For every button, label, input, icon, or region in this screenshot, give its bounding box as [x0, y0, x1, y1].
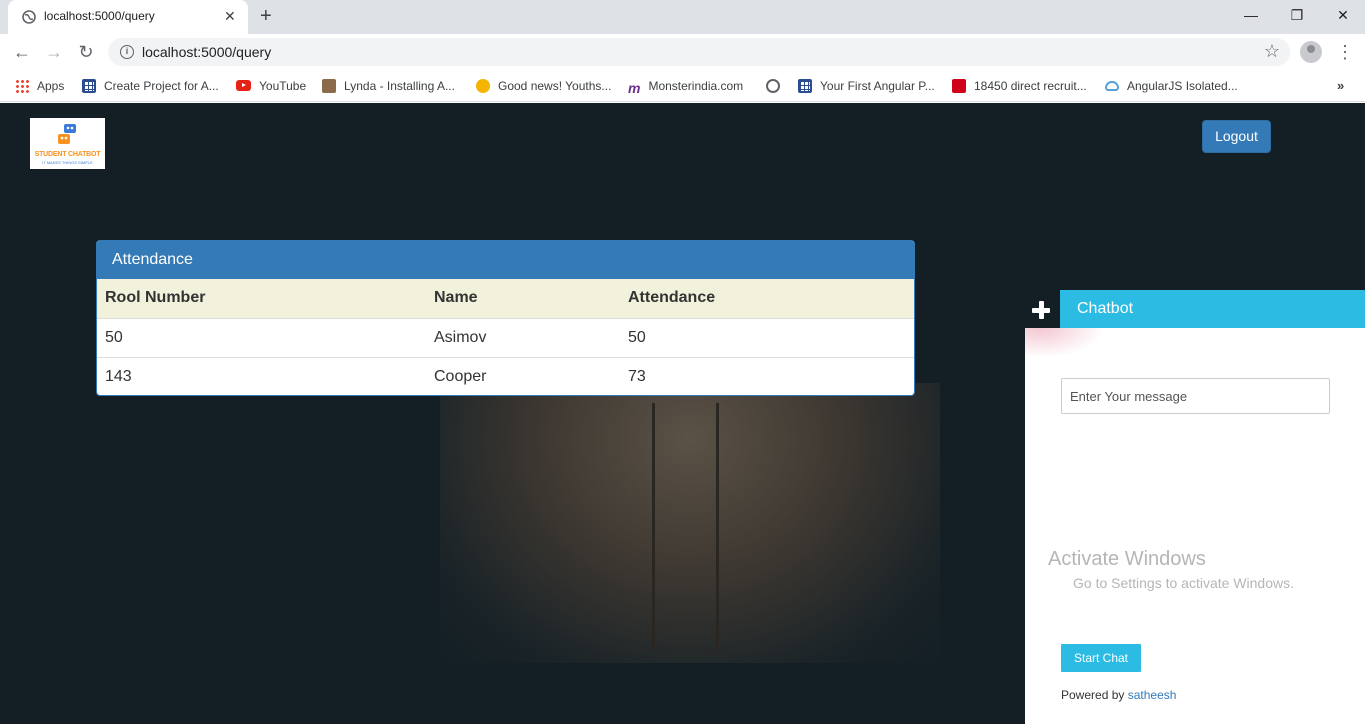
column-header: Attendance [620, 279, 914, 319]
powered-by: Powered by satheesh [1061, 688, 1176, 702]
site-info-icon[interactable]: i [120, 45, 134, 59]
new-tab-button[interactable]: + [260, 5, 272, 27]
monster-icon: m [628, 80, 641, 96]
cloud-icon [1105, 81, 1119, 91]
globe-icon [766, 79, 780, 93]
globe-icon [22, 10, 36, 24]
url-text: localhost:5000/query [142, 44, 272, 60]
grid-icon [82, 79, 96, 93]
column-header: Name [426, 279, 620, 319]
address-bar[interactable]: i localhost:5000/query ☆ [108, 38, 1290, 66]
background-wall-seam [652, 403, 655, 651]
back-icon[interactable]: ← [11, 41, 33, 63]
logo-tagline: IT MAKES THINGS SIMPLE [42, 160, 93, 165]
attendance-panel: Attendance Rool Number Name Attendance 5… [96, 240, 915, 396]
logo: STUDENT CHATBOT IT MAKES THINGS SIMPLE [30, 118, 105, 169]
table-cell: 73 [620, 356, 914, 395]
chatbot-logo-icon [58, 124, 76, 144]
lynda-icon [322, 79, 336, 93]
chat-glow-decoration [1025, 328, 1105, 358]
table-cell: 143 [97, 356, 426, 395]
reload-icon[interactable]: ↻ [75, 41, 97, 63]
background-spotlight [440, 383, 940, 663]
browser-tab[interactable]: localhost:5000/query ✕ [8, 0, 248, 34]
toi-icon [952, 79, 966, 93]
browser-menu-icon[interactable]: ⋮ [1336, 41, 1354, 63]
table-cell: 50 [97, 317, 426, 357]
profile-avatar-icon[interactable] [1300, 41, 1322, 63]
bookmark-star-icon[interactable]: ☆ [1264, 41, 1280, 61]
table-row: 50 Asimov 50 [97, 317, 914, 357]
table-header-row: Rool Number Name Attendance [97, 279, 914, 319]
table-cell: Cooper [426, 356, 620, 395]
tab-close-icon[interactable]: ✕ [224, 8, 236, 24]
bookmark-angularjs[interactable]: AngularJS Isolated... [1105, 77, 1238, 95]
table-cell: Asimov [426, 317, 620, 357]
browser-toolbar: ← → ↻ i localhost:5000/query ☆ ⋮ [0, 34, 1365, 70]
tab-strip: localhost:5000/query ✕ + — ❐ ✕ [0, 0, 1365, 34]
attendance-title: Attendance [97, 241, 914, 279]
chat-toggle-plus-icon[interactable] [1025, 290, 1060, 328]
chat-message-input[interactable] [1061, 378, 1330, 414]
page-body: STUDENT CHATBOT IT MAKES THINGS SIMPLE L… [0, 103, 1365, 724]
table-row: 143 Cooper 73 [97, 356, 914, 395]
logout-button[interactable]: Logout [1202, 120, 1271, 153]
grid-icon [798, 79, 812, 93]
news-icon [476, 79, 490, 93]
minimize-icon[interactable]: — [1228, 6, 1274, 24]
bookmarks-bar: Apps Create Project for A... YouTube Lyn… [0, 70, 1365, 102]
maximize-icon[interactable]: ❐ [1274, 6, 1320, 24]
powered-by-label: Powered by [1061, 688, 1125, 702]
window-close-icon[interactable]: ✕ [1320, 6, 1365, 24]
chatbot-widget: Chatbot Start Chat Powered by satheesh [1025, 290, 1365, 724]
bookmark-direct-recruit[interactable]: 18450 direct recruit... [952, 77, 1087, 95]
bookmark-lynda[interactable]: Lynda - Installing A... [322, 77, 455, 95]
youtube-icon [236, 80, 251, 91]
apps-grid-icon [15, 79, 29, 93]
background-wall-seam [716, 403, 719, 651]
column-header: Rool Number [97, 279, 426, 319]
powered-by-link[interactable]: satheesh [1128, 688, 1177, 702]
table-cell: 50 [620, 317, 914, 357]
tab-title: localhost:5000/query [44, 9, 155, 23]
chatbot-title[interactable]: Chatbot [1060, 290, 1365, 328]
bookmark-apps[interactable]: Apps [15, 77, 64, 95]
bookmark-create-project[interactable]: Create Project for A... [82, 77, 219, 95]
logo-title: STUDENT CHATBOT [34, 151, 101, 158]
bookmarks-overflow-icon[interactable]: » [1337, 77, 1344, 95]
bookmark-good-news[interactable]: Good news! Youths... [476, 77, 611, 95]
start-chat-button[interactable]: Start Chat [1061, 644, 1141, 672]
forward-icon[interactable]: → [43, 41, 65, 63]
bookmark-monsterindia[interactable]: m Monsterindia.com [628, 77, 743, 96]
bookmark-youtube[interactable]: YouTube [236, 77, 306, 95]
bookmark-angular-project[interactable]: Your First Angular P... [798, 77, 935, 95]
bookmark-globe[interactable] [766, 77, 788, 95]
attendance-table: Rool Number Name Attendance 50 Asimov 50… [97, 279, 914, 395]
